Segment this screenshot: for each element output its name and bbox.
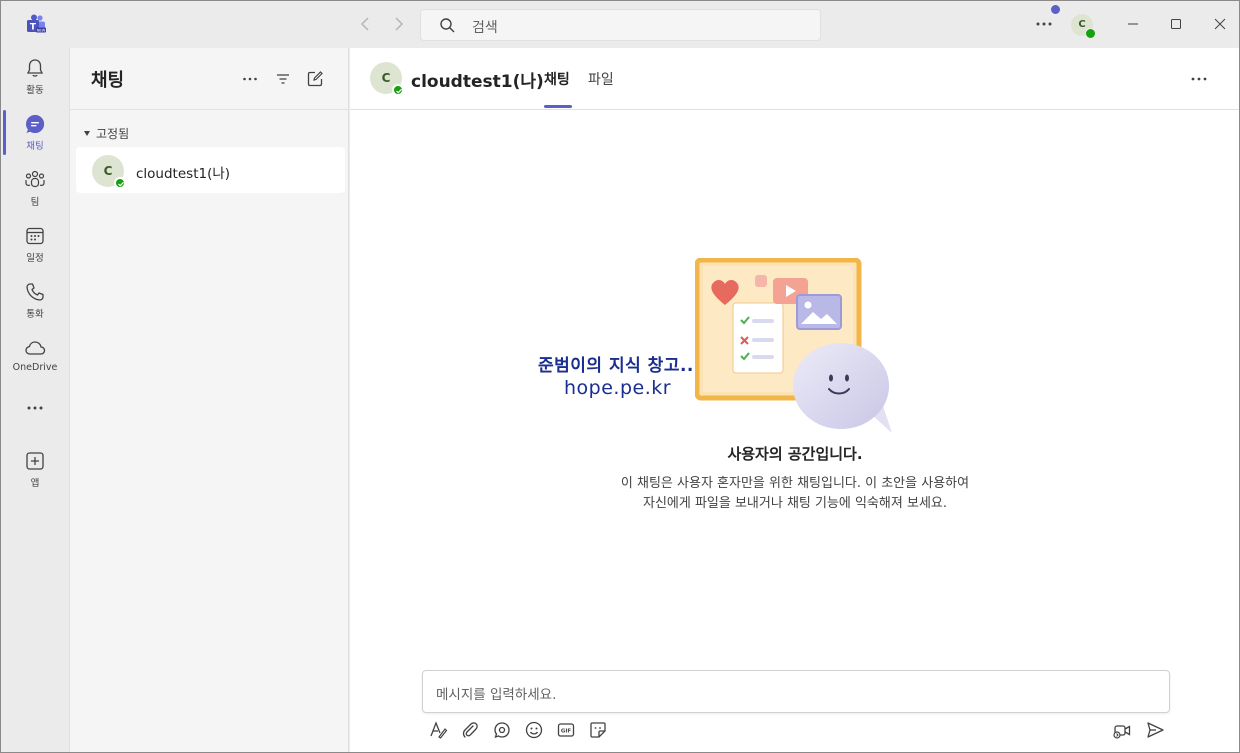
rail-item-apps[interactable]: 앱: [1, 450, 69, 502]
video-clip-icon[interactable]: [1112, 720, 1132, 740]
pinned-section-header[interactable]: 고정됨: [84, 125, 129, 142]
rail-label: 통화: [26, 309, 44, 320]
chat-header-title: cloudtest1(나): [411, 72, 544, 92]
svg-text:NEW: NEW: [37, 29, 46, 33]
app-rail: 활동 채팅 팀 일정 통화 OneDrive 앱: [1, 48, 69, 752]
avatar: C: [92, 155, 126, 189]
rail-item-chat[interactable]: 채팅: [1, 113, 69, 165]
loop-icon[interactable]: [492, 720, 512, 740]
active-tab-indicator: [544, 105, 572, 108]
rail-label: 일정: [26, 253, 44, 264]
rail-item-teams[interactable]: 팀: [1, 169, 69, 221]
cloud-icon: [25, 341, 46, 355]
emoji-icon[interactable]: [524, 720, 544, 740]
chat-header: C cloudtest1(나) 채팅 파일: [350, 48, 1239, 110]
search-icon: [439, 17, 456, 34]
chat-list-title: 채팅: [91, 70, 125, 91]
rail-label: OneDrive: [12, 362, 58, 373]
teams-icon: [25, 170, 45, 188]
more-dots-icon: [27, 406, 43, 410]
presence-available-icon: [1085, 28, 1096, 39]
avatar-initial: C: [381, 71, 391, 85]
message-input[interactable]: 메시지를 입력하세요.: [422, 670, 1170, 713]
rail-label: 채팅: [26, 141, 44, 152]
more-options-icon[interactable]: [241, 70, 259, 88]
add-app-icon: [26, 452, 44, 470]
chat-list-panel: 채팅 고정됨 C cloudtest1(나): [69, 48, 349, 752]
filter-icon[interactable]: [274, 70, 292, 88]
rail-item-onedrive[interactable]: OneDrive: [1, 337, 69, 389]
bell-icon: [26, 59, 44, 77]
avatar-initial: C: [1078, 19, 1086, 30]
gif-icon[interactable]: GIF: [556, 720, 576, 740]
notification-badge: [1051, 5, 1060, 14]
empty-state-illustration: [694, 257, 900, 438]
chat-list-item[interactable]: C cloudtest1(나): [76, 147, 345, 193]
rail-label: 앱: [30, 478, 40, 489]
back-arrow-icon[interactable]: [357, 15, 375, 33]
calendar-icon: [26, 227, 44, 245]
more-options-icon[interactable]: [1034, 15, 1054, 33]
chat-icon: [26, 114, 45, 133]
empty-state-line: 이 채팅은 사용자 혼자만을 위한 채팅입니다. 이 초안을 사용하여: [620, 476, 970, 491]
phone-icon: [26, 283, 44, 301]
tab-chat[interactable]: 채팅: [544, 69, 570, 89]
title-bar: T NEW 검색 C: [1, 1, 1239, 48]
rail-item-calendar[interactable]: 일정: [1, 225, 69, 277]
rail-label: 팀: [30, 197, 40, 208]
empty-state-title: 사용자의 공간입니다.: [727, 445, 863, 463]
profile-avatar[interactable]: C: [1071, 14, 1096, 39]
maximize-button[interactable]: [1168, 16, 1184, 32]
avatar-initial: C: [103, 164, 113, 178]
send-icon[interactable]: [1145, 720, 1165, 740]
caret-down-icon: [84, 131, 90, 136]
empty-state-description: 이 채팅은 사용자 혼자만을 위한 채팅입니다. 이 초안을 사용하여 자신에게…: [350, 474, 1239, 514]
format-icon[interactable]: [428, 720, 448, 740]
rail-more-apps[interactable]: [1, 402, 69, 422]
rail-item-calls[interactable]: 통화: [1, 281, 69, 333]
search-input[interactable]: 검색: [420, 9, 821, 41]
avatar[interactable]: C: [370, 62, 404, 96]
new-chat-icon[interactable]: [306, 70, 324, 88]
forward-arrow-icon[interactable]: [389, 15, 407, 33]
empty-state-line: 자신에게 파일을 보내거나 채팅 기능에 익숙해져 보세요.: [642, 496, 947, 511]
more-options-icon[interactable]: [1189, 70, 1209, 88]
tab-files[interactable]: 파일: [588, 69, 614, 89]
pinned-label: 고정됨: [96, 127, 130, 141]
teams-logo-icon: T NEW: [25, 14, 47, 34]
rail-label: 활동: [26, 85, 44, 96]
minimize-button[interactable]: [1125, 16, 1141, 32]
watermark-text: 준범이의 지식 창고..: [538, 356, 694, 376]
rail-item-activity[interactable]: 활동: [1, 57, 69, 109]
sticker-icon[interactable]: [588, 720, 608, 740]
search-placeholder: 검색: [472, 20, 498, 36]
chat-name: cloudtest1(나): [136, 166, 231, 182]
watermark-url: hope.pe.kr: [564, 377, 672, 399]
attach-icon[interactable]: [460, 720, 480, 740]
divider: [70, 109, 348, 110]
close-button[interactable]: [1212, 16, 1228, 32]
presence-available-icon: [392, 84, 404, 96]
presence-available-icon: [114, 177, 126, 189]
svg-text:GIF: GIF: [561, 729, 572, 735]
chat-main: C cloudtest1(나) 채팅 파일 준범이의 지식 창고.. hope.…: [350, 48, 1239, 752]
message-placeholder: 메시지를 입력하세요.: [436, 687, 557, 703]
teams-window: T NEW 검색 C 활동 채팅 팀 일정 통화 OneDrive 앱 채팅 고…: [0, 0, 1240, 753]
